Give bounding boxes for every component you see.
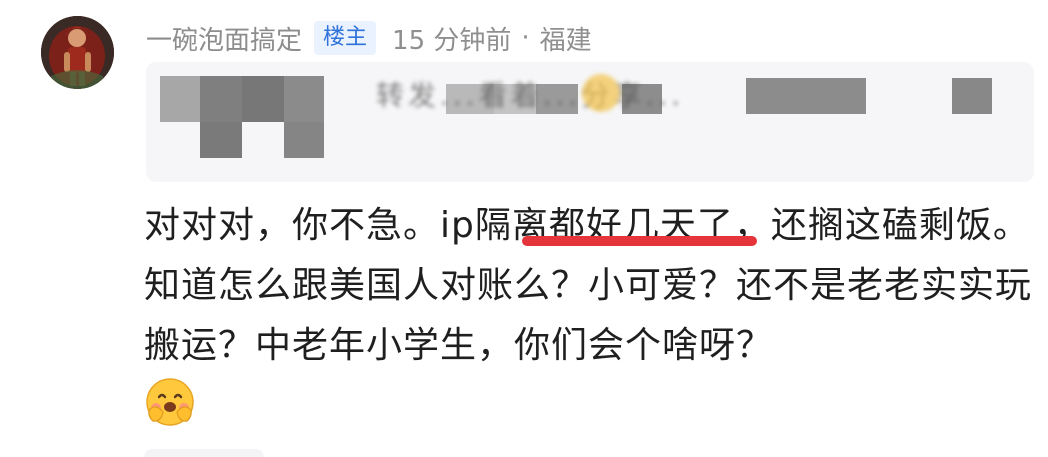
reply-chip[interactable] xyxy=(144,449,264,457)
pixelation-block xyxy=(284,76,324,122)
ip-location: 福建 xyxy=(539,25,592,56)
pixelation-block xyxy=(952,78,992,114)
hugging-face-icon xyxy=(144,376,196,428)
red-underline-annotation xyxy=(522,236,757,246)
comment-text-start: 对对对，你不急。ip xyxy=(144,205,475,246)
pixelation-block xyxy=(200,122,242,158)
pixelation-block xyxy=(284,122,324,158)
username[interactable]: 一碗泡面搞定 xyxy=(146,20,302,57)
timestamp: 15 分钟前 xyxy=(392,25,512,56)
meta-separator: · xyxy=(521,23,530,53)
op-badge: 楼主 xyxy=(314,21,377,55)
comment-body: 对对对，你不急。ip隔离都好几天了，还搁这磕剩饭。知道怎么跟美国人对账么？小可爱… xyxy=(144,196,1034,376)
pixelation-block xyxy=(746,78,866,114)
user-avatar[interactable] xyxy=(41,16,114,89)
comment-item: 一碗泡面搞定 楼主 15 分钟前 · 福建 转发...看着...分享... 对对… xyxy=(0,0,1048,457)
pixelation-block xyxy=(200,76,242,122)
blurred-emoji-icon xyxy=(582,74,620,112)
avatar-image xyxy=(41,16,114,89)
quoted-reply[interactable]: 转发...看着...分享... xyxy=(146,62,1034,182)
comment-meta: 一碗泡面搞定 楼主 15 分钟前 · 福建 xyxy=(146,18,592,58)
pixelation-block xyxy=(242,76,284,122)
pixelation-block xyxy=(160,76,200,122)
quoted-text-blurred: 转发...看着...分享... xyxy=(376,79,685,112)
